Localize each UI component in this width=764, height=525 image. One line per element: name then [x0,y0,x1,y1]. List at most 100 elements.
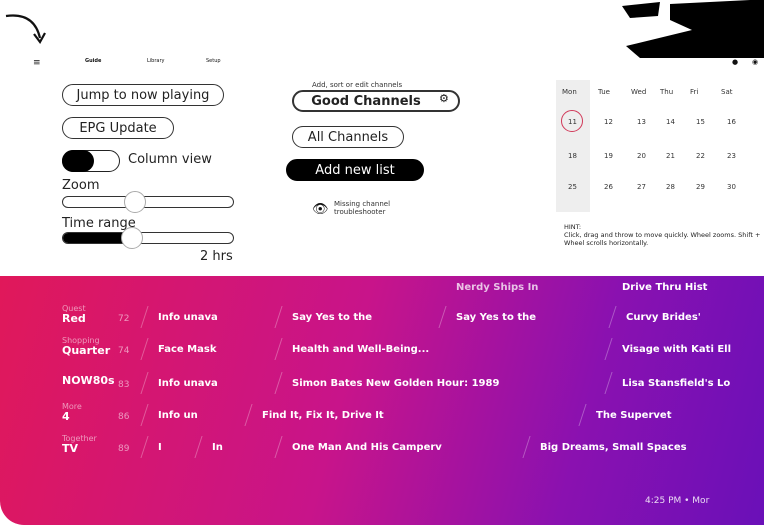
guide-row: NOW80s 83 Info unava Simon Bates New Golden… [0,368,764,402]
channel-logo[interactable]: NOW80s [62,374,115,387]
program-cell[interactable]: Simon Bates New Golden Hour: 1989 [292,378,499,389]
weekday-header: Mon [562,88,577,96]
program-cell[interactable]: Info unava [158,312,218,323]
calendar-day[interactable]: 21 [666,152,675,160]
calendar-day[interactable]: 15 [696,118,705,126]
calendar: ● ◉ Mon Tue Wed Thu Fri Sat 11 12 13 14 15 16 18 19 20… [556,58,764,247]
program-cell[interactable]: Lisa Stansfield's Lo [622,378,730,389]
channel-number: 74 [118,346,130,356]
program-cell[interactable]: Curvy Brides' [626,312,701,323]
program-divider [140,436,149,458]
weekday-header: Fri [690,88,699,96]
calendar-day[interactable]: 18 [568,152,577,160]
nav-setup[interactable]: Setup [206,58,221,64]
time-range-value: 2 hrs [200,249,233,264]
program-cell[interactable]: Info un [158,410,198,421]
calendar-day[interactable]: 25 [568,183,577,191]
channel-list-label: Good Channels [311,93,421,109]
program-divider [140,372,149,394]
program-cell[interactable]: Health and Well-Being... [292,344,429,355]
calendar-day[interactable]: 20 [637,152,646,160]
program-divider [522,436,531,458]
location-icon[interactable]: ● [732,58,738,66]
calendar-day[interactable]: 12 [604,118,613,126]
eye-icon: 👁 [312,202,329,217]
curved-arrow-icon [5,14,46,45]
channels-caption: Add, sort or edit channels [312,81,403,89]
channel-list-good-channels[interactable]: Good Channels [292,90,460,112]
channel-number: 83 [118,380,130,390]
zoom-slider[interactable] [62,191,234,213]
jump-to-now-button[interactable]: Jump to now playing [62,84,224,106]
guide-row: Together TV 89 I In One Man And His Camperv Bi… [0,432,764,466]
guide-row: More 4 86 Info un Find It, Fix It, Drive It T… [0,400,764,434]
nav-guide[interactable]: Guide [85,58,101,64]
calendar-day[interactable]: 19 [604,152,613,160]
program-divider [194,436,203,458]
program-divider [140,338,149,360]
program-cell[interactable]: One Man And His Camperv [292,442,442,453]
program-divider [604,338,613,360]
calendar-day[interactable]: 23 [727,152,736,160]
program-cell[interactable]: Say Yes to the [456,312,536,323]
calendar-day[interactable]: 11 [568,118,577,126]
program-divider [604,372,613,394]
program-cell[interactable]: Nerdy Ships In [456,282,538,293]
program-cell[interactable]: The Supervet [596,410,671,421]
calendar-day[interactable]: 28 [666,183,675,191]
program-divider [140,306,149,328]
program-divider [438,306,447,328]
guide-row: Quest Red 72 Info unava Say Yes to the Say Ye… [0,302,764,336]
column-view-toggle[interactable] [62,150,120,172]
guide-row: Shopping Quarter 74 Face Mask Health and Wel… [0,334,764,368]
program-cell[interactable]: I [158,442,162,453]
program-cell[interactable]: Say Yes to the [292,312,372,323]
program-divider [244,404,253,426]
channel-logo[interactable]: Quarter [62,344,110,357]
calendar-day[interactable]: 22 [696,152,705,160]
gear-icon[interactable]: ⚙ [439,92,449,105]
program-divider [274,436,283,458]
program-cell[interactable]: Find It, Fix It, Drive It [262,410,384,421]
program-divider [274,338,283,360]
calendar-hint: HINT: Click, drag and throw to move quic… [564,223,761,247]
channel-number: 89 [118,444,130,454]
channel-list-all-channels[interactable]: All Channels [292,126,404,148]
program-guide: Nerdy Ships In Drive Thru Hist Quest Red 7… [0,276,764,525]
guide-top-row: Nerdy Ships In Drive Thru Hist [0,282,764,300]
calendar-day[interactable]: 16 [727,118,736,126]
missing-channel-link[interactable]: Missing channel troubleshooter [334,200,434,216]
calendar-day[interactable]: 30 [727,183,736,191]
program-divider [608,306,617,328]
program-cell[interactable]: Drive Thru Hist [622,282,707,293]
calendar-day[interactable]: 13 [637,118,646,126]
calendar-day[interactable]: 14 [666,118,675,126]
program-cell[interactable]: In [212,442,223,453]
program-cell[interactable]: Big Dreams, Small Spaces [540,442,687,453]
add-new-list-button[interactable]: Add new list [286,159,424,181]
channel-logo[interactable]: Red [62,312,86,325]
time-range-slider[interactable] [62,227,234,249]
program-cell[interactable]: Face Mask [158,344,217,355]
program-cell[interactable]: Visage with Kati Ell [622,344,731,355]
logo-blob [622,0,764,58]
weekday-header: Wed [631,88,647,96]
calendar-day[interactable]: 29 [696,183,705,191]
settings-icon[interactable]: ◉ [752,58,758,66]
channel-logo[interactable]: TV [62,442,78,455]
menu-icon[interactable]: ≡ [33,58,41,68]
column-view-label: Column view [128,152,212,167]
calendar-day[interactable]: 27 [637,183,646,191]
channel-number: 86 [118,412,130,422]
weekday-header: Sat [721,88,733,96]
weekday-header: Thu [660,88,674,96]
nav-library[interactable]: Library [147,58,164,64]
epg-update-button[interactable]: EPG Update [62,117,174,139]
zoom-label: Zoom [62,178,100,193]
program-divider [578,404,587,426]
program-divider [274,372,283,394]
program-divider [140,404,149,426]
channel-logo[interactable]: 4 [62,410,70,423]
program-cell[interactable]: Info unava [158,378,218,389]
calendar-day[interactable]: 26 [604,183,613,191]
